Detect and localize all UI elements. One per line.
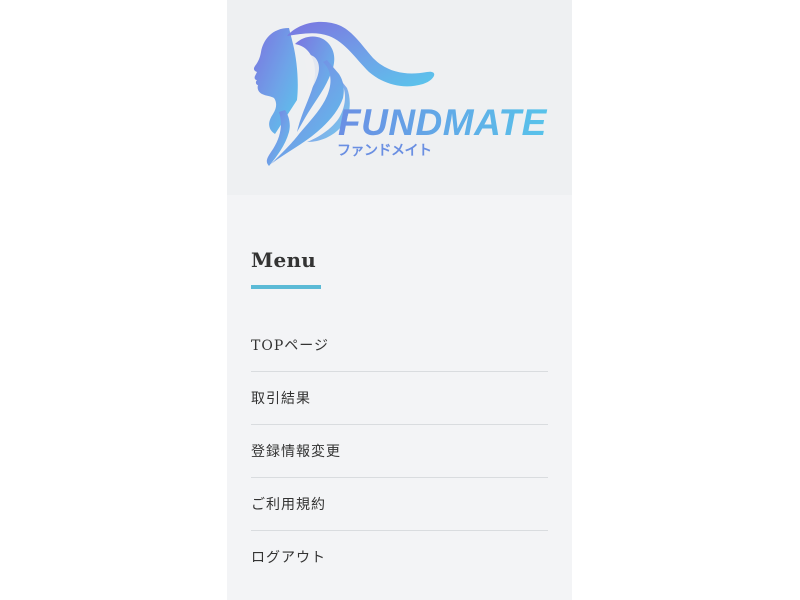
menu-item-label: 取引結果 — [251, 391, 311, 407]
menu-item-trade-results[interactable]: 取引結果 — [251, 372, 548, 425]
menu-list: TOPページ 取引結果 登録情報変更 ご利用規約 ログアウト — [251, 319, 548, 583]
menu-title-underline — [251, 285, 321, 289]
brand-kana: ファンドメイト — [337, 143, 432, 159]
header: FUNDMATE ファンドメイト — [227, 0, 572, 195]
menu-item-logout[interactable]: ログアウト — [251, 531, 548, 583]
menu-drawer: FUNDMATE ファンドメイト Menu TOPページ 取引結果 登録情報変更… — [227, 0, 572, 600]
menu-item-label: ご利用規約 — [251, 497, 326, 513]
brand-text: FUNDMATE — [338, 102, 548, 143]
menu-item-label: 登録情報変更 — [251, 444, 341, 460]
menu-section: Menu TOPページ 取引結果 登録情報変更 ご利用規約 ログアウト — [251, 238, 548, 583]
menu-item-edit-registration[interactable]: 登録情報変更 — [251, 425, 548, 478]
menu-item-label: TOPページ — [251, 338, 329, 354]
menu-title: Menu — [251, 248, 317, 272]
menu-item-top[interactable]: TOPページ — [251, 319, 548, 372]
menu-item-terms-of-use[interactable]: ご利用規約 — [251, 478, 548, 531]
fundmate-logo[interactable]: FUNDMATE ファンドメイト — [227, 0, 572, 195]
fundmate-wordmark: FUNDMATE ファンドメイト — [337, 102, 548, 159]
menu-item-label: ログアウト — [251, 550, 326, 566]
